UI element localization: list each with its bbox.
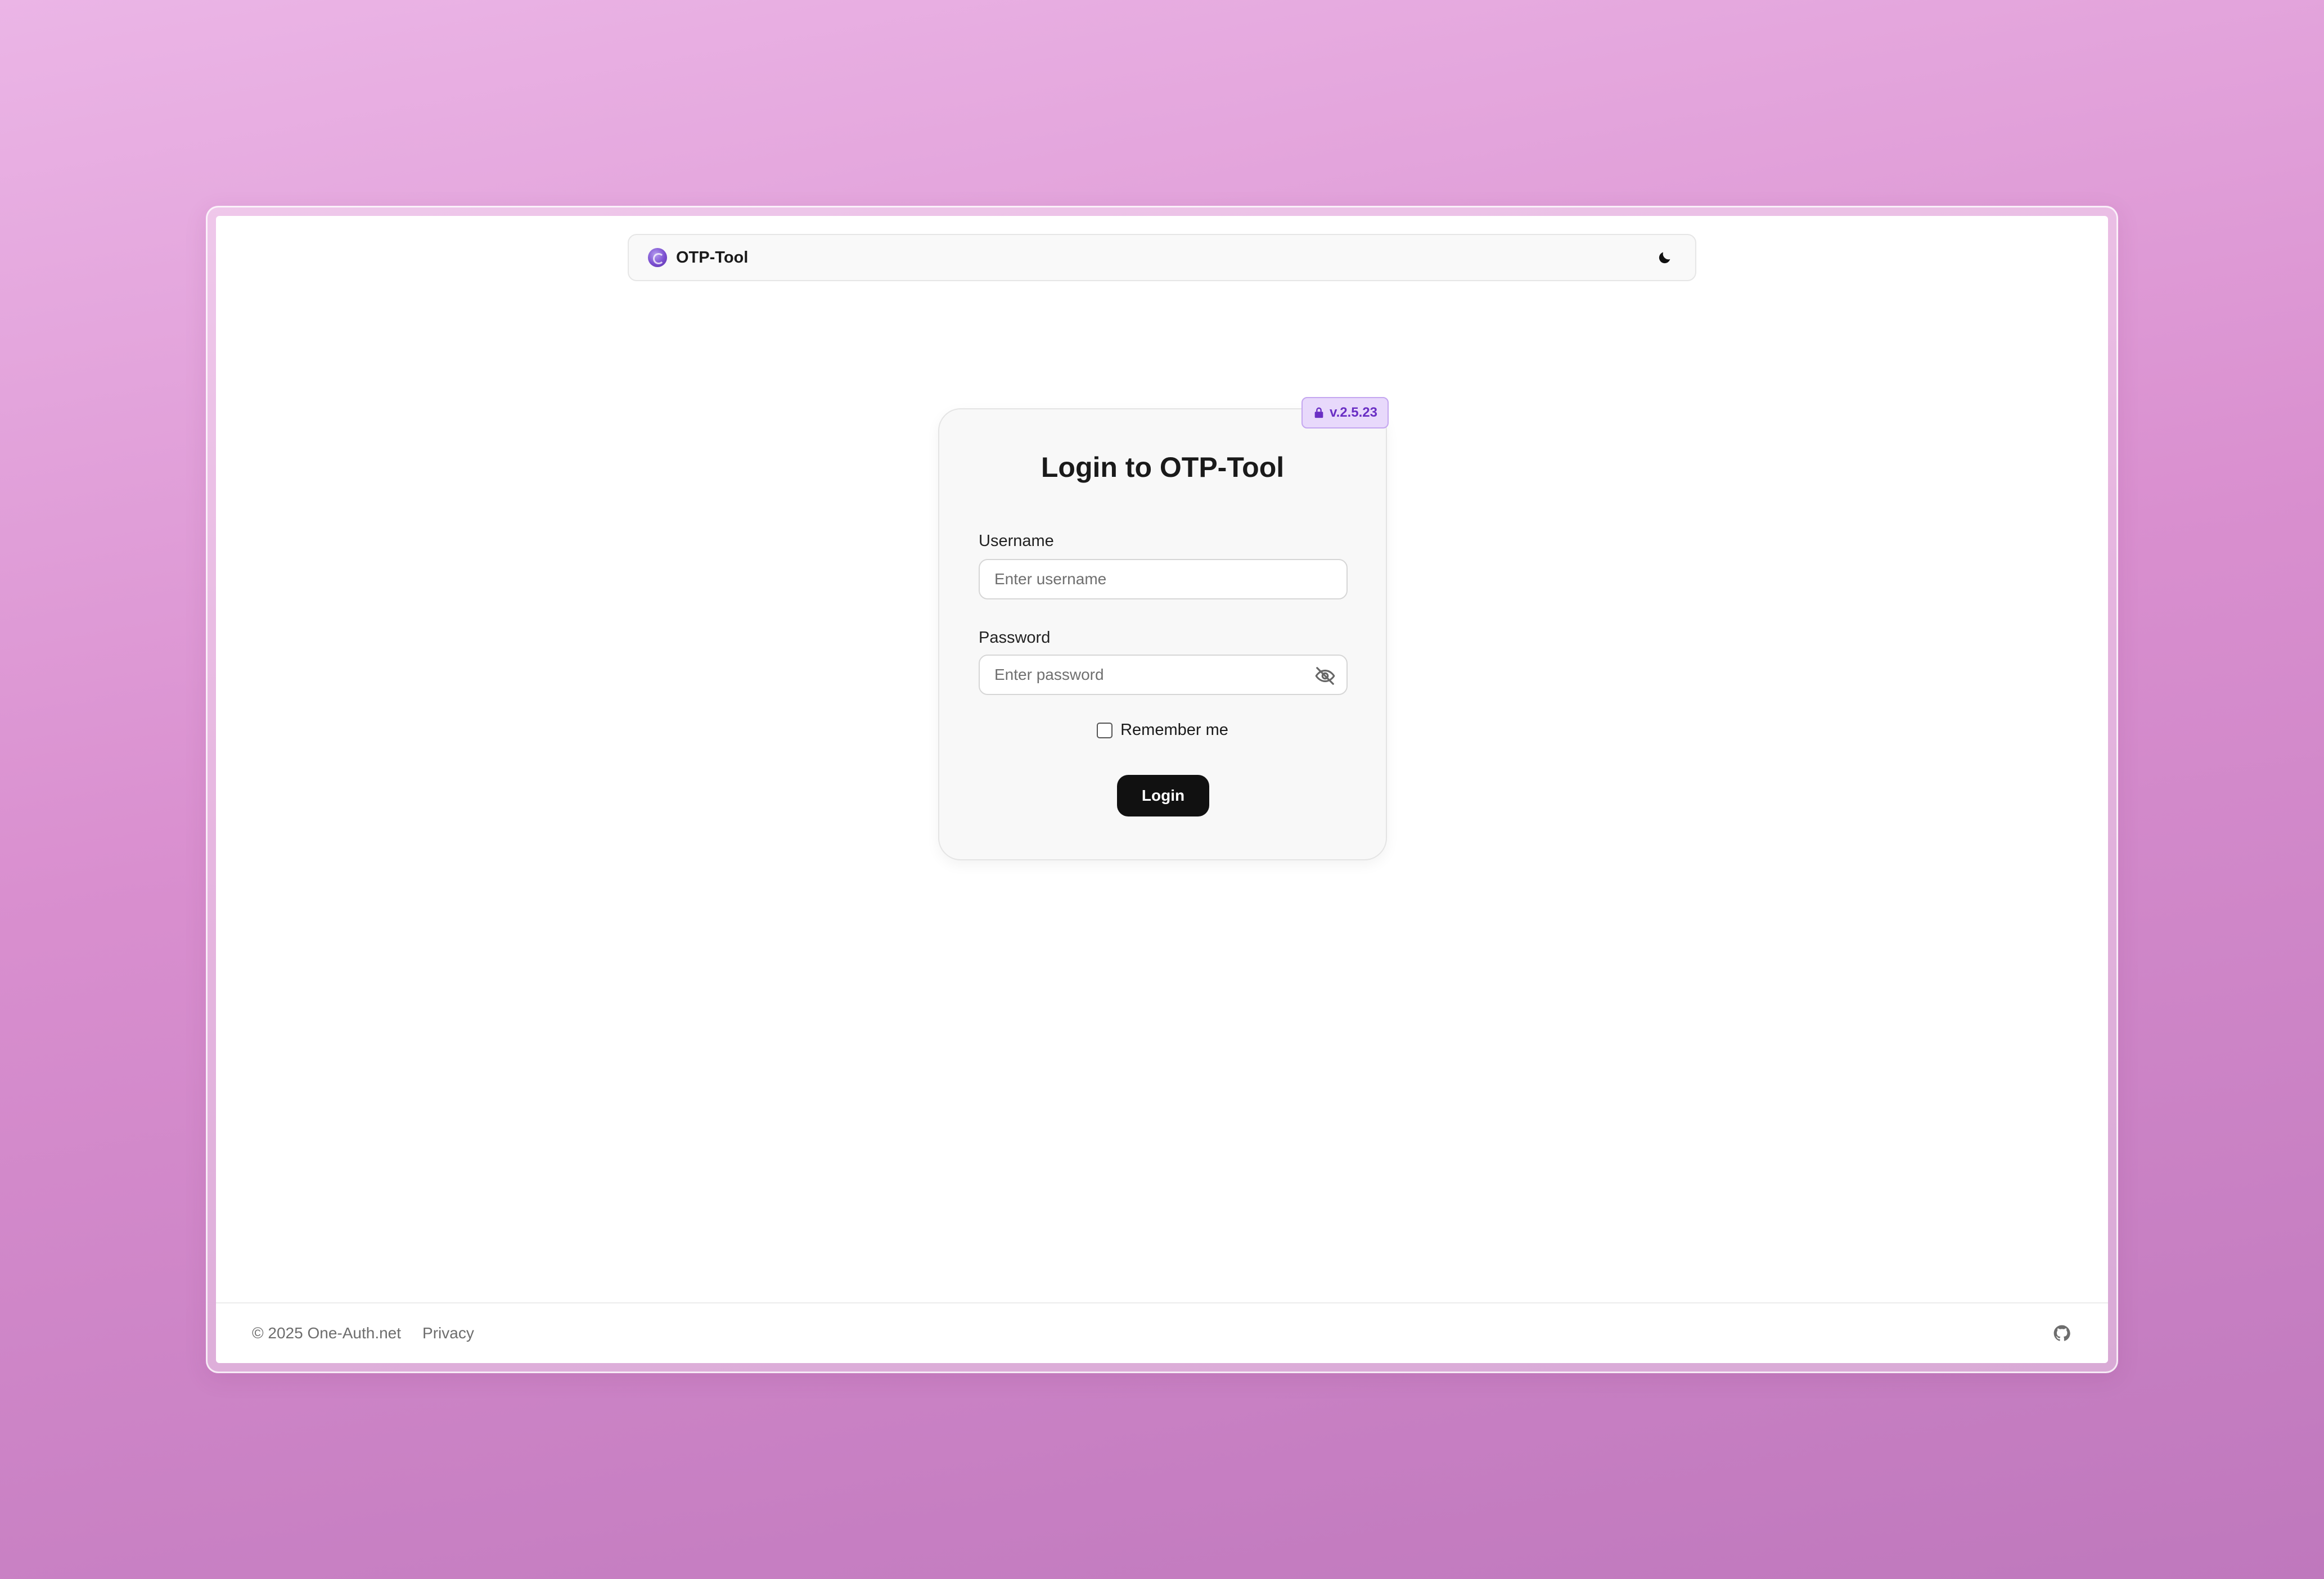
version-badge: v.2.5.23 — [1301, 397, 1389, 428]
remember-me-label[interactable]: Remember me — [1120, 721, 1228, 739]
footer: © 2025 One-Auth.net Privacy — [216, 1302, 2108, 1363]
password-label: Password — [979, 629, 1051, 647]
github-link[interactable] — [2052, 1323, 2072, 1343]
username-input[interactable] — [980, 560, 1346, 598]
top-navbar: OTP-Tool — [628, 234, 1696, 281]
login-button[interactable]: Login — [1117, 775, 1209, 816]
login-title: Login to OTP-Tool — [1041, 452, 1285, 483]
password-field-wrapper — [979, 655, 1348, 695]
theme-toggle-button[interactable] — [1654, 246, 1676, 269]
brand[interactable]: OTP-Tool — [648, 248, 748, 267]
username-field-wrapper — [979, 559, 1348, 599]
copyright-text: © 2025 One-Auth.net — [252, 1324, 402, 1342]
brand-name: OTP-Tool — [676, 248, 749, 267]
version-text: v.2.5.23 — [1330, 405, 1377, 420]
password-visibility-toggle[interactable] — [1313, 664, 1337, 688]
app-window: OTP-Tool Login to OTP-Tool Username Pass… — [216, 216, 2108, 1363]
remember-me-checkbox[interactable] — [1097, 722, 1113, 738]
password-input[interactable] — [980, 656, 1346, 694]
github-icon — [2053, 1325, 2070, 1341]
otp-tool-logo-icon — [648, 248, 667, 267]
lock-icon — [1314, 407, 1323, 418]
remember-me-row: Remember me — [939, 721, 1386, 739]
privacy-link[interactable]: Privacy — [422, 1324, 474, 1342]
eye-off-icon — [1315, 667, 1335, 685]
username-label: Username — [979, 532, 1054, 550]
moon-icon — [1659, 252, 1670, 264]
login-card: Login to OTP-Tool Username Password Reme… — [938, 408, 1387, 860]
